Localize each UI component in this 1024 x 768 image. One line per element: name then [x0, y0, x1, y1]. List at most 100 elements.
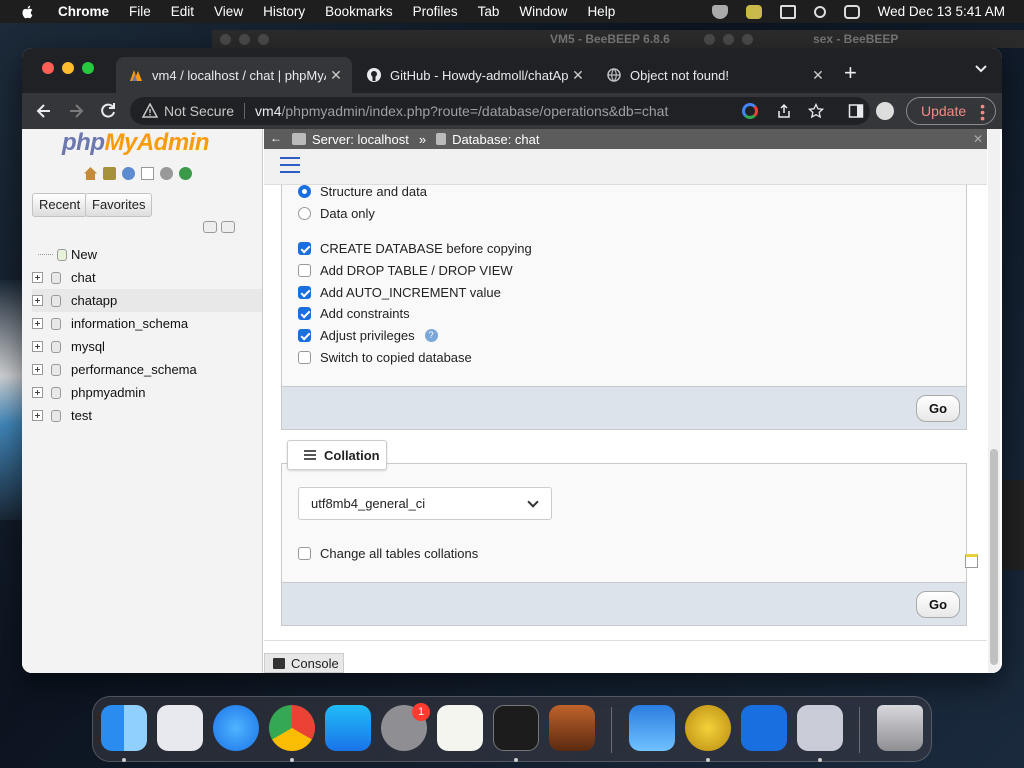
logout-icon[interactable] — [103, 167, 116, 180]
docs-icon[interactable] — [141, 167, 154, 180]
star-icon[interactable] — [808, 103, 824, 119]
expand-icon[interactable] — [32, 341, 43, 352]
pma-logo[interactable]: phpMyAdmin — [62, 129, 209, 157]
checkbox[interactable] — [298, 350, 311, 364]
recent-tab[interactable]: Recent — [32, 193, 88, 217]
menu-window[interactable]: Window — [519, 4, 567, 19]
checkbox-switch-to-copied[interactable]: Switch to copied database — [298, 347, 472, 367]
radio-button[interactable] — [298, 185, 311, 198]
checkbox[interactable] — [298, 263, 311, 277]
tree-item-test[interactable]: test — [32, 404, 262, 427]
menu-file[interactable]: File — [129, 4, 151, 19]
checkbox[interactable] — [298, 306, 311, 320]
textedit-icon[interactable] — [437, 705, 483, 751]
tree-item-performance-schema[interactable]: performance_schema — [32, 358, 262, 381]
close-tab-icon[interactable]: ✕ — [808, 67, 828, 84]
profile-avatar[interactable] — [876, 102, 894, 120]
collation-select[interactable]: utf8mb4_general_ci — [298, 487, 552, 520]
finder-icon[interactable] — [101, 705, 147, 751]
collapse-top-icon[interactable]: ✕ — [973, 132, 983, 146]
control-center-icon[interactable] — [843, 4, 860, 19]
radio-button[interactable] — [298, 206, 311, 220]
tree-item-information-schema[interactable]: information_schema — [32, 312, 262, 335]
checkbox-add-constraints[interactable]: Add constraints — [298, 303, 410, 323]
back-icon[interactable] — [34, 101, 54, 121]
side-panel-icon[interactable] — [848, 103, 864, 119]
zoom-window-button[interactable] — [82, 62, 94, 74]
menu-view[interactable]: View — [214, 4, 243, 19]
page-scrollbar[interactable] — [988, 129, 1000, 673]
tab-object-not-found[interactable]: Object not found! ✕ — [594, 57, 834, 93]
menu-tab[interactable]: Tab — [478, 4, 500, 19]
menu-clock[interactable]: Wed Dec 13 5:41 AM — [878, 4, 1005, 19]
launchpad-icon[interactable] — [157, 705, 203, 751]
expand-icon[interactable] — [32, 387, 43, 398]
checkbox-create-database[interactable]: CREATE DATABASE before copying — [298, 238, 532, 258]
garageband-icon[interactable] — [549, 705, 595, 751]
menu-bookmarks[interactable]: Bookmarks — [325, 4, 393, 19]
favorites-tab[interactable]: Favorites — [85, 193, 153, 217]
update-button[interactable]: Update • • • — [906, 97, 996, 125]
chrome-icon[interactable] — [269, 705, 315, 751]
expand-icon[interactable] — [32, 410, 43, 421]
refresh-icon[interactable] — [179, 167, 192, 180]
checkbox-adjust-privileges[interactable]: Adjust privileges ? — [298, 325, 438, 345]
beebeep-icon[interactable] — [745, 4, 762, 19]
checkbox-add-drop-table[interactable]: Add DROP TABLE / DROP VIEW — [298, 260, 513, 280]
expand-icon[interactable] — [32, 364, 43, 375]
radio-data-only[interactable]: Data only — [298, 203, 375, 223]
tree-item-chat[interactable]: chat — [32, 266, 262, 289]
copy-database-go-button[interactable]: Go — [916, 395, 960, 422]
close-tab-icon[interactable]: ✕ — [568, 67, 588, 84]
hamburger-menu-icon[interactable] — [280, 157, 300, 175]
omnibox[interactable]: Not Secure vm4/phpmyadmin/index.php?rout… — [130, 97, 870, 125]
breadcrumb-server[interactable]: Server: localhost — [312, 132, 409, 147]
menu-history[interactable]: History — [263, 4, 305, 19]
tab-phpmyadmin[interactable]: vm4 / localhost / chat | phpMyAdmin ✕ — [116, 57, 352, 93]
menu-app-name[interactable]: Chrome — [58, 4, 109, 19]
share-icon[interactable] — [776, 103, 792, 119]
search-icon[interactable] — [813, 5, 826, 18]
new-tab-button[interactable]: + — [844, 60, 857, 86]
bitwarden-icon[interactable] — [741, 705, 787, 751]
checkbox-add-auto-increment[interactable]: Add AUTO_INCREMENT value — [298, 282, 501, 302]
settings-icon[interactable] — [797, 705, 843, 751]
apple-icon[interactable] — [20, 4, 36, 20]
radio-structure-and-data[interactable]: Structure and data — [298, 185, 427, 201]
checkbox[interactable] — [298, 285, 311, 299]
trash-icon[interactable] — [877, 705, 923, 751]
settings-icon[interactable] — [160, 167, 173, 180]
collapse-all-icon[interactable] — [203, 221, 217, 233]
expand-icon[interactable] — [32, 318, 43, 329]
chevron-down-icon[interactable] — [974, 63, 988, 75]
shield-icon[interactable] — [711, 4, 728, 19]
tree-item-phpmyadmin[interactable]: phpmyadmin — [32, 381, 262, 404]
safari-icon[interactable] — [213, 705, 259, 751]
window-icon[interactable] — [779, 4, 796, 19]
close-tab-icon[interactable]: ✕ — [326, 67, 346, 84]
breadcrumb-database[interactable]: Database: chat — [452, 132, 539, 147]
notification-icon[interactable] — [965, 554, 978, 568]
console-button[interactable]: Console — [264, 653, 344, 673]
expand-icon[interactable] — [32, 272, 43, 283]
app-store-icon[interactable] — [325, 705, 371, 751]
home-icon[interactable] — [84, 167, 97, 180]
beebeep-icon[interactable] — [685, 705, 731, 751]
minimize-window-button[interactable] — [62, 62, 74, 74]
menu-profiles[interactable]: Profiles — [413, 4, 458, 19]
collapse-nav-icon[interactable]: ← — [268, 131, 284, 147]
checkbox[interactable] — [298, 546, 311, 560]
checkbox[interactable] — [298, 328, 311, 342]
help-icon[interactable] — [122, 167, 135, 180]
close-window-button[interactable] — [42, 62, 54, 74]
tree-item-mysql[interactable]: mysql — [32, 335, 262, 358]
link-icon[interactable] — [221, 221, 235, 233]
scrollbar-thumb[interactable] — [990, 449, 998, 665]
google-icon[interactable] — [742, 103, 758, 119]
tab-github[interactable]: GitHub - Howdy-admoll/chatApp ✕ — [354, 57, 594, 93]
collation-go-button[interactable]: Go — [916, 591, 960, 618]
forward-icon[interactable] — [66, 101, 86, 121]
warning-icon[interactable] — [142, 103, 158, 119]
checkbox-change-all-collations[interactable]: Change all tables collations — [298, 543, 478, 563]
menu-edit[interactable]: Edit — [171, 4, 194, 19]
